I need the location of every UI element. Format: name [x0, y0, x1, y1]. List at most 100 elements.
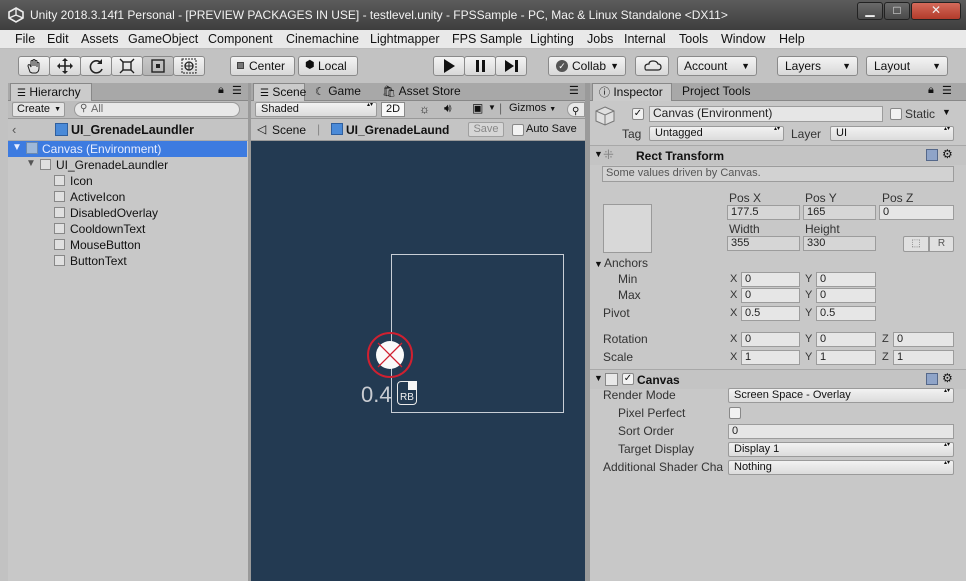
- sort-order-field[interactable]: 0: [728, 424, 954, 439]
- height-field[interactable]: 330: [803, 236, 876, 251]
- tab-project-tools[interactable]: Project Tools: [676, 83, 766, 101]
- menu-assets[interactable]: Assets: [81, 32, 119, 46]
- tab-scene[interactable]: ☰ Scene: [253, 83, 306, 101]
- scale-tool-button[interactable]: [111, 56, 143, 76]
- step-button[interactable]: [495, 56, 527, 76]
- anchor-min-x-field[interactable]: 0: [741, 272, 800, 287]
- pivot-center-toggle[interactable]: Center: [230, 56, 295, 76]
- menu-gameobject[interactable]: GameObject: [128, 32, 198, 46]
- canvas-enabled-checkbox[interactable]: ✓: [622, 373, 634, 385]
- shader-channels-dropdown[interactable]: Nothing: [728, 460, 954, 475]
- layers-dropdown[interactable]: Layers ▼: [777, 56, 858, 76]
- tab-hierarchy[interactable]: ☰ Hierarchy: [10, 83, 92, 101]
- menu-tools[interactable]: Tools: [679, 32, 708, 46]
- menu-lightmapper[interactable]: Lightmapper: [370, 32, 440, 46]
- menu-lighting[interactable]: Lighting: [530, 32, 574, 46]
- cloud-button[interactable]: [635, 56, 669, 76]
- 2d-toggle[interactable]: 2D: [381, 102, 405, 117]
- account-dropdown[interactable]: Account ▼: [677, 56, 757, 76]
- panel-menu-icon[interactable]: ☰: [569, 84, 579, 97]
- layer-dropdown[interactable]: UI: [830, 126, 954, 141]
- maximize-button[interactable]: □: [884, 2, 910, 20]
- static-checkbox[interactable]: [890, 108, 902, 120]
- rect-tool-button[interactable]: [142, 56, 174, 76]
- collab-dropdown[interactable]: ✓ Collab ▼: [548, 56, 626, 76]
- anchors-arrow-icon[interactable]: ▼: [594, 259, 603, 269]
- anchor-max-y-field[interactable]: 0: [816, 288, 876, 303]
- tree-row[interactable]: ButtonText: [8, 253, 247, 269]
- rect-transform-header[interactable]: ▼ ⁜ Rect Transform ⚙︎: [590, 145, 966, 165]
- active-checkbox[interactable]: ✓: [632, 108, 644, 120]
- collapse-arrow-icon[interactable]: ▼: [594, 373, 603, 383]
- help-book-icon[interactable]: [926, 149, 938, 161]
- tab-game[interactable]: ☾ Game: [309, 83, 369, 101]
- menu-help[interactable]: Help: [779, 32, 805, 46]
- rotation-x-field[interactable]: 0: [741, 332, 800, 347]
- canvas-component-header[interactable]: ▼ ✓ Canvas ⚙︎: [590, 369, 966, 389]
- collapse-arrow-icon[interactable]: ▼: [594, 149, 603, 159]
- tab-inspector[interactable]: ⓘ Inspector: [592, 83, 672, 101]
- pivot-y-field[interactable]: 0.5: [816, 306, 876, 321]
- render-mode-dropdown[interactable]: Screen Space - Overlay: [728, 388, 954, 403]
- tab-asset-store[interactable]: 🛍︎ Asset Store: [376, 83, 466, 101]
- effects-toggle-icon[interactable]: ▣: [472, 101, 483, 115]
- panel-menu-icon[interactable]: ☰: [232, 84, 242, 97]
- pivot-x-field[interactable]: 0.5: [741, 306, 800, 321]
- tree-row[interactable]: Icon: [8, 173, 247, 189]
- settings-gear-icon[interactable]: ⚙︎: [942, 147, 953, 161]
- create-dropdown[interactable]: Create ▼: [12, 102, 65, 117]
- tree-row[interactable]: DisabledOverlay: [8, 205, 247, 221]
- tree-row[interactable]: CooldownText: [8, 221, 247, 237]
- width-field[interactable]: 355: [727, 236, 800, 251]
- tag-dropdown[interactable]: Untagged: [649, 126, 784, 141]
- panel-menu-icon[interactable]: ☰: [942, 84, 952, 97]
- object-name-field[interactable]: Canvas (Environment): [649, 106, 883, 122]
- play-button[interactable]: [433, 56, 465, 76]
- autosave-checkbox[interactable]: [512, 124, 524, 136]
- pause-button[interactable]: [464, 56, 496, 76]
- move-tool-button[interactable]: [49, 56, 81, 76]
- tree-row[interactable]: MouseButton: [8, 237, 247, 253]
- transform-tool-button[interactable]: [173, 56, 205, 76]
- breadcrumb-prefab[interactable]: UI_GrenadeLaund: [346, 123, 449, 137]
- tree-row-selected[interactable]: ▼ Canvas (Environment): [8, 141, 247, 157]
- posz-field[interactable]: 0: [879, 205, 954, 220]
- settings-gear-icon[interactable]: ⚙︎: [942, 371, 953, 385]
- tree-row[interactable]: ActiveIcon: [8, 189, 247, 205]
- scale-x-field[interactable]: 1: [741, 350, 800, 365]
- lighting-toggle-icon[interactable]: ☼: [419, 102, 430, 116]
- anchor-min-y-field[interactable]: 0: [816, 272, 876, 287]
- save-button[interactable]: Save: [468, 122, 504, 137]
- rotation-y-field[interactable]: 0: [816, 332, 876, 347]
- posy-field[interactable]: 165: [803, 205, 876, 220]
- scene-search-input[interactable]: ⚲: [567, 102, 585, 117]
- minimize-button[interactable]: ▁: [857, 2, 883, 20]
- effects-arrow-icon[interactable]: ▼: [488, 103, 496, 112]
- tree-row[interactable]: ▼ UI_GrenadeLaundler: [8, 157, 247, 173]
- scale-z-field[interactable]: 1: [893, 350, 954, 365]
- anchor-max-x-field[interactable]: 0: [741, 288, 800, 303]
- target-display-dropdown[interactable]: Display 1: [728, 442, 954, 457]
- rotation-z-field[interactable]: 0: [893, 332, 954, 347]
- back-arrow-icon[interactable]: ‹: [12, 122, 16, 137]
- menu-window[interactable]: Window: [721, 32, 765, 46]
- menu-edit[interactable]: Edit: [47, 32, 69, 46]
- anchor-presets-button[interactable]: [603, 204, 652, 253]
- expand-arrow-icon[interactable]: ▼: [26, 158, 36, 169]
- blueprint-mode-button[interactable]: ⬚: [903, 236, 929, 252]
- menu-cinemachine[interactable]: Cinemachine: [286, 32, 359, 46]
- hierarchy-search-input[interactable]: ⚲ All: [74, 102, 240, 117]
- scale-y-field[interactable]: 1: [816, 350, 876, 365]
- static-arrow-icon[interactable]: ▼: [942, 107, 951, 117]
- menu-internal[interactable]: Internal: [624, 32, 666, 46]
- lock-icon[interactable]: 🔒︎: [218, 84, 224, 97]
- menu-fps-sample[interactable]: FPS Sample: [452, 32, 522, 46]
- help-book-icon[interactable]: [926, 373, 938, 385]
- close-button[interactable]: ✕: [911, 2, 961, 20]
- expand-arrow-icon[interactable]: ▼: [12, 142, 22, 153]
- menu-component[interactable]: Component: [208, 32, 273, 46]
- gizmos-dropdown[interactable]: Gizmos ▼: [509, 102, 567, 117]
- lock-icon[interactable]: 🔒︎: [928, 84, 934, 97]
- shading-mode-dropdown[interactable]: Shaded: [255, 102, 377, 117]
- scene-viewport[interactable]: 0.4 RB: [251, 141, 585, 581]
